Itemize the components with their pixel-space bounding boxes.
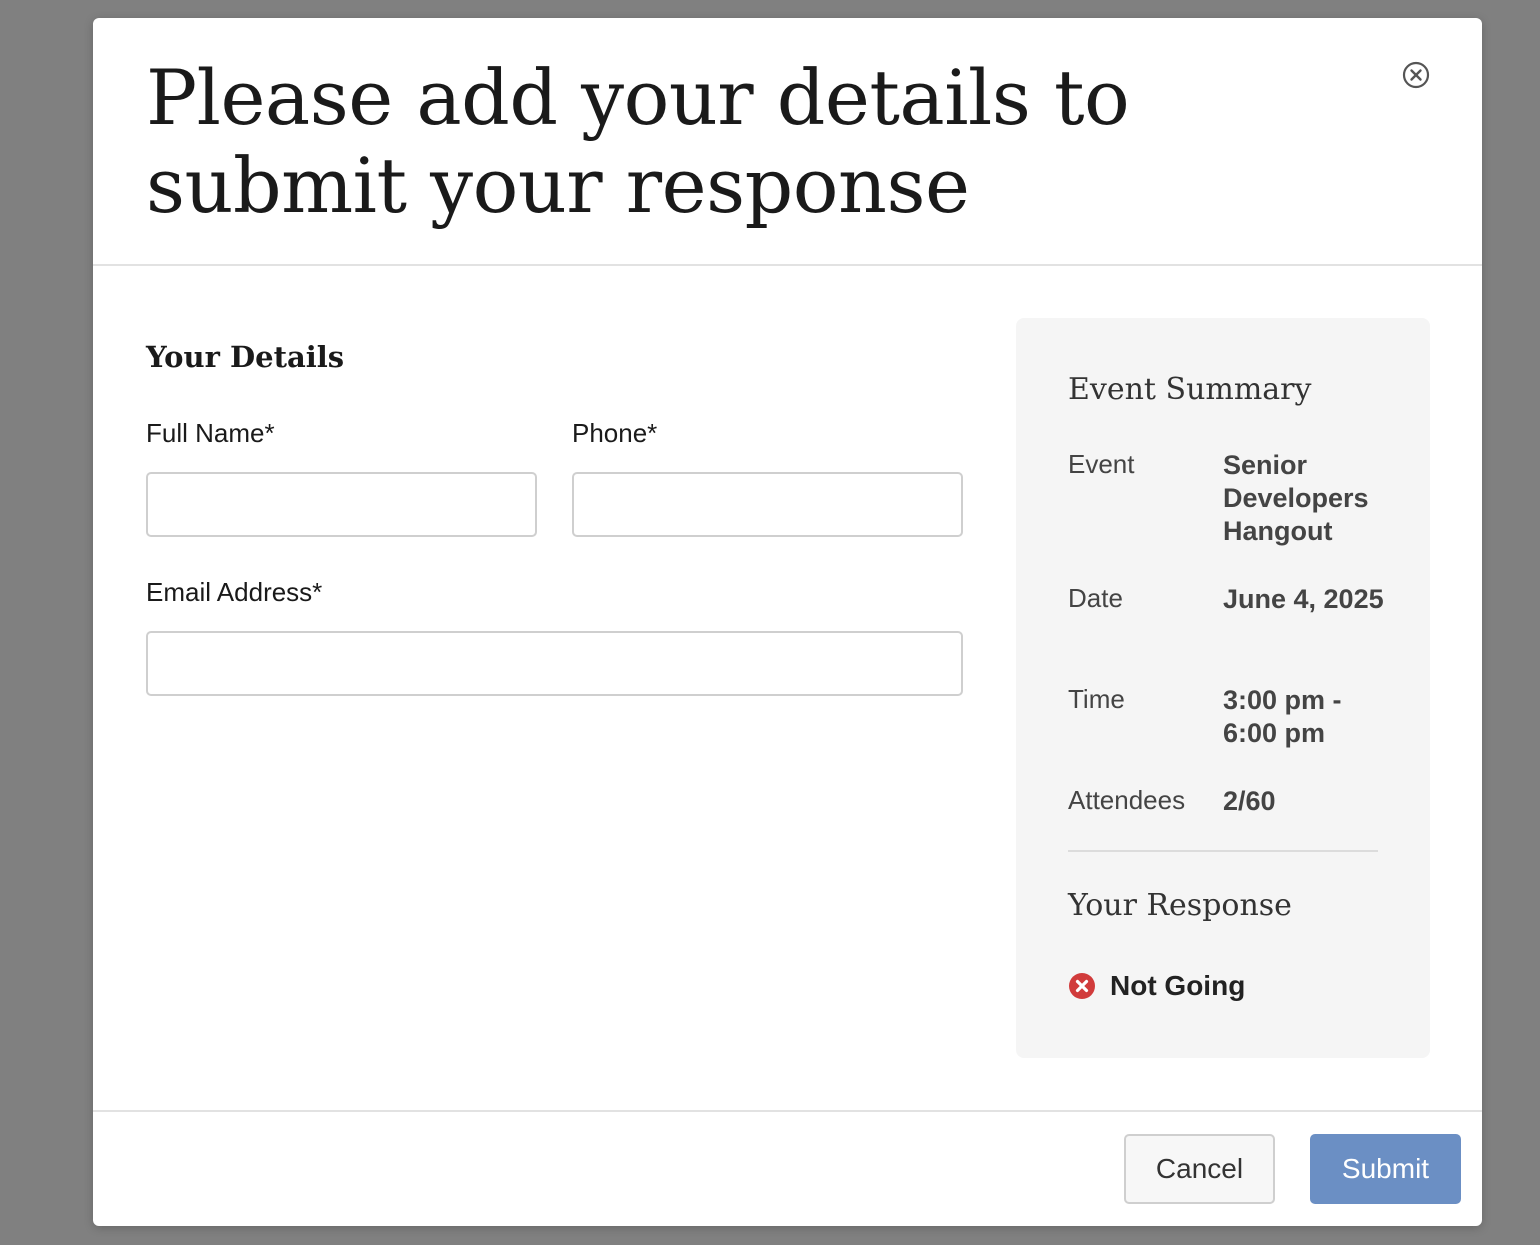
event-label: Event: [1068, 449, 1135, 479]
event-summary-heading: Event Summary: [1068, 372, 1312, 407]
date-value: June 4, 2025: [1223, 584, 1384, 614]
response-status: Not Going: [1068, 968, 1245, 1004]
your-response-heading: Your Response: [1068, 888, 1292, 923]
event-summary-panel: Event Summary Event Senior Developers Ha…: [1016, 318, 1430, 1058]
phone-input[interactable]: [572, 472, 963, 537]
dialog-footer: Cancel Submit: [93, 1110, 1482, 1226]
full-name-label: Full Name*: [146, 418, 275, 448]
response-dialog: Please add your details to submit your r…: [93, 18, 1482, 1226]
cancel-button[interactable]: Cancel: [1124, 1134, 1275, 1204]
dialog-title: Please add your details to submit your r…: [146, 53, 1130, 230]
dialog-header: Please add your details to submit your r…: [93, 18, 1482, 266]
close-icon[interactable]: [1401, 60, 1431, 90]
your-details-heading: Your Details: [146, 340, 345, 374]
response-status-text: Not Going: [1110, 970, 1246, 1001]
x-circle-icon: [1069, 973, 1095, 999]
attendees-label: Attendees: [1068, 785, 1186, 815]
submit-button[interactable]: Submit: [1310, 1134, 1461, 1204]
time-value: 3:00 pm - 6:00 pm: [1223, 685, 1342, 748]
date-label: Date: [1068, 583, 1123, 613]
event-value: Senior Developers Hangout: [1223, 450, 1369, 546]
dialog-body: Your Details Full Name* Phone* Email Add…: [93, 266, 1482, 1110]
phone-label: Phone*: [572, 418, 658, 448]
email-input[interactable]: [146, 631, 963, 696]
time-label: Time: [1068, 684, 1125, 714]
full-name-input[interactable]: [146, 472, 537, 537]
attendees-value: 2/60: [1223, 786, 1276, 816]
summary-divider: [1068, 850, 1378, 852]
email-label: Email Address*: [146, 577, 323, 607]
